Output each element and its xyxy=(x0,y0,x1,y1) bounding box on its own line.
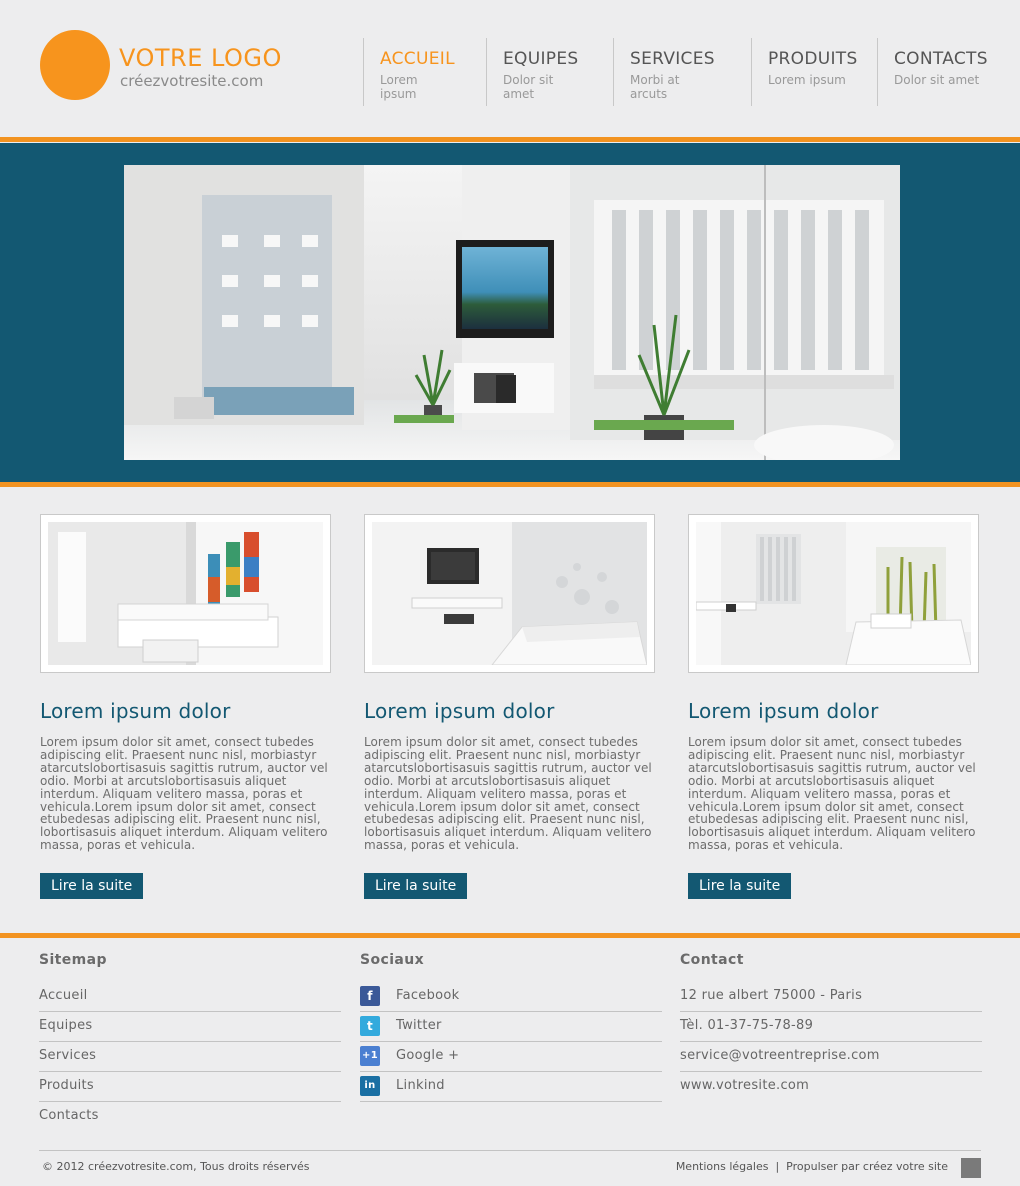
hero-image xyxy=(124,165,900,460)
feature-text: Lorem ipsum dolor sit amet, consect tube… xyxy=(40,735,328,853)
footer-social: Sociaux f Facebook t Twitter +1 Google +… xyxy=(360,952,662,1102)
nav-item-subtitle: Dolor sit amet xyxy=(894,73,980,87)
social-label: Twitter xyxy=(396,1018,442,1033)
feature-text: Lorem ipsum dolor sit amet, consect tube… xyxy=(364,735,652,853)
read-more-button[interactable]: Lire la suite xyxy=(688,873,792,899)
feature-thumbnail[interactable] xyxy=(40,514,331,673)
social-label: Google + xyxy=(396,1048,460,1063)
feature-thumbnail[interactable] xyxy=(364,514,655,673)
read-more-button[interactable]: Lire la suite xyxy=(364,873,468,899)
nav-item-subtitle: Morbi at arcuts xyxy=(630,73,680,101)
nav-item-equipes[interactable]: EQUIPES Dolor sit amet xyxy=(486,38,578,106)
banner-divider xyxy=(0,482,1020,487)
bedroom-plant-image xyxy=(696,522,971,665)
social-link-twitter[interactable]: t Twitter xyxy=(360,1012,662,1042)
nav-item-title: SERVICES xyxy=(630,49,715,69)
social-heading: Sociaux xyxy=(360,952,425,968)
footer-divider xyxy=(0,933,1020,938)
nav-item-accueil[interactable]: ACCUEIL Lorem ipsum xyxy=(363,38,455,106)
feature-title: Lorem ipsum dolor xyxy=(688,699,879,723)
sitemap-link-contacts[interactable]: Contacts xyxy=(39,1102,341,1132)
sitemap-heading: Sitemap xyxy=(39,952,107,968)
feature-thumbnail[interactable] xyxy=(688,514,979,673)
header: VOTRE LOGO créezvotresite.com ACCUEIL Lo… xyxy=(0,0,1020,137)
contact-email[interactable]: service@votreentreprise.com xyxy=(680,1042,982,1072)
social-label: Linkind xyxy=(396,1078,445,1093)
bottom-divider xyxy=(39,1150,981,1151)
nav-item-contacts[interactable]: CONTACTS Dolor sit amet xyxy=(877,38,988,106)
nav-item-title: CONTACTS xyxy=(894,49,988,69)
linkedin-icon: in xyxy=(360,1076,380,1096)
sitemap-link-services[interactable]: Services xyxy=(39,1042,341,1072)
feature-title: Lorem ipsum dolor xyxy=(364,699,555,723)
read-more-button[interactable]: Lire la suite xyxy=(40,873,144,899)
nav-item-title: PRODUITS xyxy=(768,49,858,69)
header-divider xyxy=(0,137,1020,142)
living-room-image xyxy=(48,522,323,665)
nav-item-title: ACCUEIL xyxy=(380,49,455,69)
sitemap-link-equipes[interactable]: Equipes xyxy=(39,1012,341,1042)
google-plus-icon: +1 xyxy=(360,1046,380,1066)
feature-column: Lorem ipsum dolor Lorem ipsum dolor sit … xyxy=(364,514,655,899)
footer-contact: Contact 12 rue albert 75000 - Paris Tèl.… xyxy=(680,952,982,1102)
social-link-facebook[interactable]: f Facebook xyxy=(360,982,662,1012)
powered-by-link[interactable]: Propulser par créez votre site xyxy=(786,1160,948,1173)
logo-circle-icon[interactable] xyxy=(40,30,110,100)
social-link-linkedin[interactable]: in Linkind xyxy=(360,1072,662,1102)
feature-column: Lorem ipsum dolor Lorem ipsum dolor sit … xyxy=(688,514,979,899)
contact-phone: Tèl. 01-37-75-78-89 xyxy=(680,1012,982,1042)
bedroom-tv-image xyxy=(372,522,647,665)
footer-sitemap: Sitemap Accueil Equipes Services Produit… xyxy=(39,952,341,1132)
nav-item-subtitle: Lorem ipsum xyxy=(768,73,846,87)
twitter-icon: t xyxy=(360,1016,380,1036)
sitemap-link-produits[interactable]: Produits xyxy=(39,1072,341,1102)
legal-separator: | xyxy=(775,1160,780,1173)
feature-text: Lorem ipsum dolor sit amet, consect tube… xyxy=(688,735,976,853)
nav-item-subtitle: Dolor sit amet xyxy=(503,73,554,101)
social-link-google-plus[interactable]: +1 Google + xyxy=(360,1042,662,1072)
sitemap-link-accueil[interactable]: Accueil xyxy=(39,982,341,1012)
facebook-icon: f xyxy=(360,986,380,1006)
back-to-top-icon[interactable] xyxy=(961,1158,981,1178)
feature-title: Lorem ipsum dolor xyxy=(40,699,231,723)
feature-column: Lorem ipsum dolor Lorem ipsum dolor sit … xyxy=(40,514,331,899)
copyright-text: © 2012 créezvotresite.com, Tous droits r… xyxy=(42,1160,310,1173)
hero-banner xyxy=(0,143,1020,482)
nav-item-subtitle: Lorem ipsum xyxy=(380,73,418,101)
legal-notice-link[interactable]: Mentions légales xyxy=(676,1160,769,1173)
nav-item-title: EQUIPES xyxy=(503,49,579,69)
logo-subtitle: créezvotresite.com xyxy=(120,72,264,90)
logo-title[interactable]: VOTRE LOGO xyxy=(119,44,282,72)
contact-heading: Contact xyxy=(680,952,744,968)
nav-item-produits[interactable]: PRODUITS Lorem ipsum xyxy=(751,38,858,106)
social-label: Facebook xyxy=(396,988,460,1003)
contact-website[interactable]: www.votresite.com xyxy=(680,1072,982,1102)
contact-address: 12 rue albert 75000 - Paris xyxy=(680,982,982,1012)
legal-links: Mentions légales | Propulser par créez v… xyxy=(676,1160,948,1173)
nav-item-services[interactable]: SERVICES Morbi at arcuts xyxy=(613,38,715,106)
